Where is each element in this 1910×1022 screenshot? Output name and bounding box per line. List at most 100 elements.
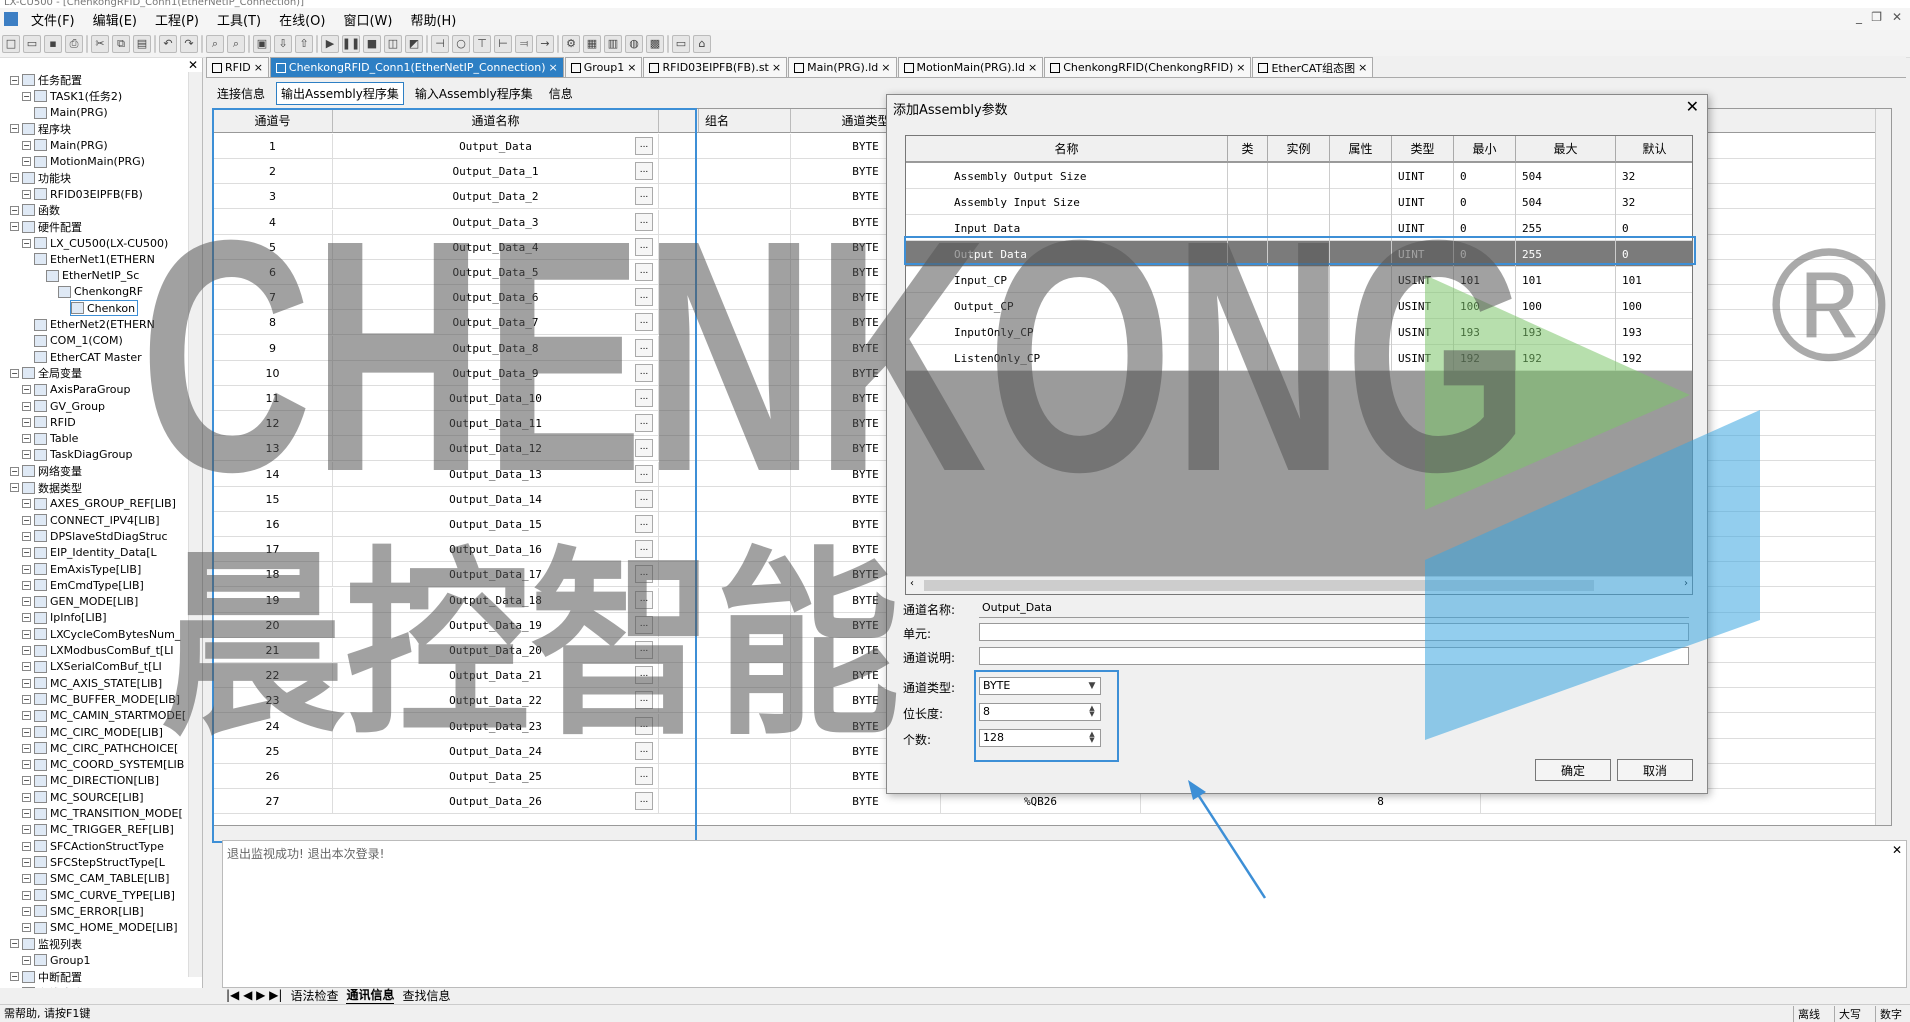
tree-item[interactable]: − RFID bbox=[22, 414, 76, 430]
channel-name[interactable]: Output_Data_11 bbox=[333, 411, 659, 437]
close-icon[interactable]: ✕ bbox=[188, 58, 198, 72]
tree-item[interactable]: − MC_TRANSITION_MODE[ bbox=[22, 806, 183, 822]
tab-5[interactable]: MotionMain(PRG).ld × bbox=[897, 57, 1044, 77]
channel-name[interactable]: Output_Data_14 bbox=[333, 486, 659, 512]
upload-icon[interactable]: ⇧ bbox=[295, 34, 313, 53]
assembly-row[interactable]: Input Data UINT 0 255 0 bbox=[906, 215, 1692, 241]
minimize-icon[interactable]: _ bbox=[1856, 10, 1862, 24]
ellipsis-button[interactable]: ... bbox=[635, 691, 653, 710]
expand-icon[interactable]: − bbox=[10, 222, 19, 232]
find-icon[interactable]: ⌕ bbox=[206, 34, 224, 53]
tree-item[interactable]: − IpInfo[LIB] bbox=[22, 610, 107, 626]
expand-icon[interactable]: − bbox=[22, 238, 31, 248]
ellipsis-button[interactable]: ... bbox=[635, 263, 653, 281]
ellipsis-button[interactable]: ... bbox=[635, 565, 653, 584]
settings-icon[interactable]: ◍ bbox=[625, 34, 643, 53]
expand-icon[interactable]: − bbox=[10, 173, 19, 183]
expand-icon[interactable]: − bbox=[10, 483, 19, 492]
channel-name[interactable]: Output_Data_1 bbox=[333, 159, 659, 185]
menu-item[interactable]: 帮助(H) bbox=[401, 10, 465, 29]
tree-item[interactable]: Chenkon bbox=[70, 300, 138, 317]
undo-icon[interactable]: ↶ bbox=[159, 34, 177, 53]
ladder-parallel-icon[interactable]: ⫤ bbox=[515, 34, 533, 53]
redo-icon[interactable]: ↷ bbox=[180, 34, 198, 53]
ellipsis-button[interactable]: ... bbox=[635, 338, 653, 357]
ellipsis-button[interactable]: ... bbox=[635, 237, 653, 256]
login-icon[interactable]: ◩ bbox=[405, 34, 423, 53]
expand-icon[interactable]: − bbox=[22, 711, 31, 721]
tab-2[interactable]: Group1 × bbox=[564, 57, 643, 77]
ellipsis-button[interactable]: ... bbox=[635, 767, 653, 785]
channel-name[interactable]: Output_Data_23 bbox=[333, 713, 659, 739]
expand-icon[interactable]: − bbox=[22, 646, 31, 655]
tree-item[interactable]: EtherNet1(ETHERN bbox=[34, 251, 155, 267]
ellipsis-button[interactable]: ... bbox=[635, 515, 653, 533]
output-tab[interactable]: 语法检查 bbox=[290, 987, 338, 1004]
menu-item[interactable]: 在线(O) bbox=[270, 10, 334, 29]
grid-scrollbar[interactable] bbox=[1875, 109, 1891, 825]
ok-button[interactable]: 确定 bbox=[1535, 759, 1611, 781]
replace-icon[interactable]: ⌕ bbox=[227, 34, 245, 53]
expand-icon[interactable]: − bbox=[22, 157, 31, 166]
channel-name[interactable]: Output_Data_15 bbox=[333, 512, 659, 537]
tree-item[interactable]: − GV_Group bbox=[22, 398, 105, 414]
scroll-right-icon[interactable]: › bbox=[1684, 578, 1688, 589]
ellipsis-button[interactable]: ... bbox=[635, 414, 653, 433]
tree-item[interactable]: − Group1 bbox=[22, 952, 91, 968]
assembly-table-hscroll[interactable]: ‹ › bbox=[906, 576, 1692, 594]
tab-4[interactable]: Main(PRG).ld × bbox=[788, 57, 897, 77]
tree-item[interactable]: − SMC_ERROR[LIB] bbox=[22, 903, 144, 919]
tab-0[interactable]: RFID × bbox=[206, 57, 269, 77]
close-icon[interactable]: ✕ bbox=[1686, 97, 1699, 116]
count-field[interactable]: 128 ▲ ▼ bbox=[979, 729, 1101, 747]
close-icon[interactable]: × bbox=[1358, 61, 1367, 74]
channel-name[interactable]: Output_Data_24 bbox=[333, 738, 659, 764]
save-icon[interactable]: ▪ bbox=[44, 34, 62, 53]
channel-name[interactable]: Output_Data bbox=[333, 134, 659, 159]
tree-item[interactable]: − SMC_CURVE_TYPE[LIB] bbox=[22, 887, 175, 903]
ellipsis-button[interactable]: ... bbox=[635, 489, 653, 508]
tree-item[interactable]: − SFCActionStructType bbox=[22, 838, 164, 854]
expand-icon[interactable]: − bbox=[22, 678, 31, 688]
expand-icon[interactable]: − bbox=[22, 531, 31, 541]
unit-field[interactable] bbox=[979, 623, 1689, 641]
tree-item[interactable]: − MC_CIRC_MODE[LIB] bbox=[22, 724, 163, 740]
channel-name[interactable]: Output_Data_18 bbox=[333, 587, 659, 613]
tree-item[interactable]: − MC_AXIS_STATE[LIB] bbox=[22, 675, 162, 691]
compile-icon[interactable]: ▣ bbox=[253, 34, 271, 53]
tree-item[interactable]: − 全局变量 bbox=[10, 365, 82, 381]
scroll-thumb[interactable] bbox=[924, 580, 1594, 591]
channel-name[interactable]: Output_Data_2 bbox=[333, 184, 659, 210]
expand-icon[interactable]: − bbox=[22, 580, 31, 590]
assembly-row[interactable]: Assembly Input Size UINT 0 504 32 bbox=[906, 189, 1692, 215]
ladder-contact-icon[interactable]: ⊣ bbox=[431, 34, 449, 53]
expand-icon[interactable]: − bbox=[22, 760, 31, 770]
expand-icon[interactable]: − bbox=[10, 368, 19, 378]
tree-item[interactable]: − MC_TRIGGER_REF[LIB] bbox=[22, 822, 174, 838]
expand-icon[interactable]: − bbox=[10, 205, 19, 215]
tree-item[interactable]: EtherNetIP_Sc bbox=[46, 268, 139, 284]
tree-item[interactable]: − 函数 bbox=[10, 202, 60, 218]
network-icon[interactable]: ▦ bbox=[583, 34, 601, 53]
ellipsis-button[interactable]: ... bbox=[635, 137, 653, 155]
ellipsis-button[interactable]: ... bbox=[635, 288, 653, 307]
ellipsis-button[interactable]: ... bbox=[635, 389, 653, 407]
expand-icon[interactable]: − bbox=[22, 727, 31, 737]
ellipsis-button[interactable]: ... bbox=[635, 162, 653, 181]
channel-name[interactable]: Output_Data_26 bbox=[333, 789, 659, 815]
channel-name[interactable]: Output_Data_3 bbox=[333, 209, 659, 235]
subtab-3[interactable]: 信息 bbox=[544, 82, 578, 105]
scroll-left-icon[interactable]: ‹ bbox=[910, 578, 914, 589]
device-icon[interactable]: ▥ bbox=[604, 34, 622, 53]
tree-item[interactable]: − 任务配置 bbox=[10, 72, 82, 88]
output-tab[interactable]: 通讯信息 bbox=[346, 986, 395, 1004]
output-tab[interactable]: 查找信息 bbox=[402, 987, 450, 1004]
paste-icon[interactable]: ▤ bbox=[133, 34, 151, 53]
tree-item[interactable]: − GEN_MODE[LIB] bbox=[22, 594, 138, 610]
expand-icon[interactable]: − bbox=[22, 841, 31, 851]
assembly-row[interactable]: Output_CP USINT 100 100 100 bbox=[906, 293, 1692, 319]
tree-item[interactable]: − 数据类型 bbox=[10, 480, 82, 496]
close-window-icon[interactable]: ✕ bbox=[1892, 10, 1902, 24]
expand-icon[interactable]: − bbox=[22, 417, 31, 427]
expand-icon[interactable]: − bbox=[22, 548, 31, 558]
